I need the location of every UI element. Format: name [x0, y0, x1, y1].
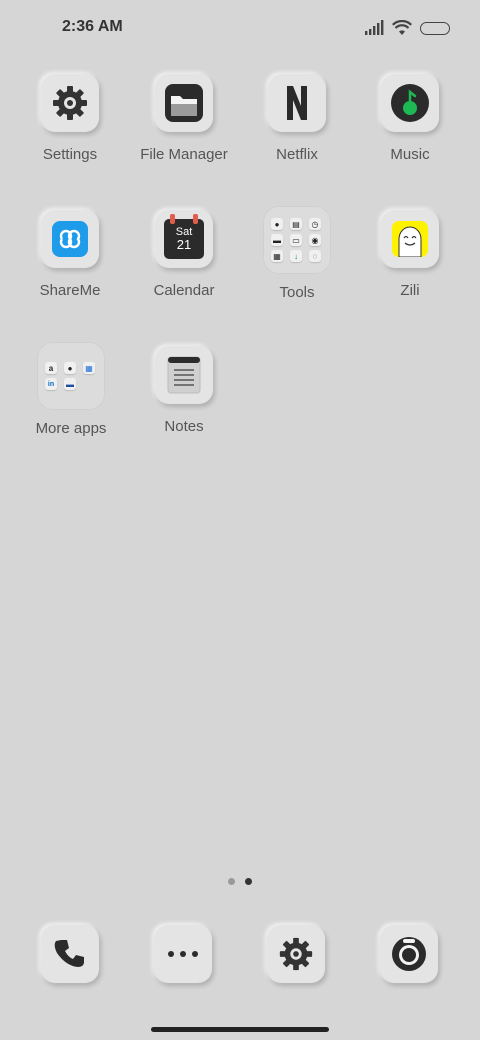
notes-mini-icon: ▤: [290, 218, 302, 230]
app-settings[interactable]: Settings: [14, 74, 126, 163]
recorder-icon: ◌: [309, 250, 321, 262]
page-indicator: [0, 878, 480, 885]
app-shareme[interactable]: ShareMe: [14, 210, 126, 299]
notes-icon: [155, 346, 213, 404]
status-time: 2:36 AM: [62, 18, 123, 35]
calculator-icon: ▦: [271, 250, 283, 262]
camera-icon[interactable]: [380, 925, 438, 983]
app-label: More apps: [35, 420, 107, 437]
clock-mini-icon: ●: [64, 362, 76, 374]
home-indicator[interactable]: [151, 1027, 329, 1032]
more-apps-folder-icon: a ● ▦ in ▬: [37, 342, 105, 410]
contacts-icon: ●: [271, 218, 283, 230]
calendar-date: 21: [176, 237, 192, 252]
download-icon: ↓: [290, 250, 302, 262]
netflix-icon: [268, 74, 326, 132]
card-mini-icon: ▬: [64, 378, 76, 390]
zili-icon: [381, 210, 439, 268]
app-calendar[interactable]: Sat 21 Calendar: [128, 210, 240, 299]
app-zili[interactable]: Zili: [354, 210, 466, 299]
clock-icon: ◷: [309, 218, 321, 230]
calendar-ring-left: [170, 214, 175, 224]
signal-icon: [365, 20, 384, 35]
remote-icon: ▭: [290, 234, 302, 246]
app-more-apps-folder[interactable]: a ● ▦ in ▬ More apps: [15, 342, 127, 437]
status-icons: [364, 18, 450, 38]
more-icon[interactable]: [154, 925, 212, 983]
calculator-mini-icon: ▦: [83, 362, 95, 374]
app-label: Zili: [400, 282, 420, 299]
settings-dock-icon[interactable]: [267, 925, 325, 983]
app-netflix[interactable]: Netflix: [241, 74, 353, 163]
page-dot-1[interactable]: [228, 878, 235, 885]
app-tools-folder[interactable]: ● ▤ ◷ ▬ ▭ ◉ ▦ ↓ ◌ Tools: [241, 206, 353, 301]
music-icon: [381, 74, 439, 132]
status-bar: 2:36 AM: [0, 0, 480, 56]
app-music[interactable]: Music: [354, 74, 466, 163]
dock: [0, 925, 480, 985]
compass-icon: ◉: [309, 234, 321, 246]
shareme-icon: [41, 210, 99, 268]
page-dot-2[interactable]: [245, 878, 252, 885]
linkedin-icon: in: [45, 378, 57, 390]
app-notes[interactable]: Notes: [128, 346, 240, 435]
calendar-icon: Sat 21: [155, 210, 213, 268]
card-icon: ▬: [271, 234, 283, 246]
app-label: ShareMe: [39, 282, 101, 299]
app-label: Tools: [279, 284, 315, 301]
app-label: File Manager: [140, 146, 228, 163]
app-file-manager[interactable]: File Manager: [128, 74, 240, 163]
settings-icon: [41, 74, 99, 132]
app-label: Music: [390, 146, 430, 163]
app-label: Netflix: [276, 146, 318, 163]
wifi-icon: [392, 20, 412, 35]
amazon-icon: a: [45, 362, 57, 374]
calendar-ring-right: [193, 214, 198, 224]
app-label: Settings: [42, 146, 98, 163]
app-label: Notes: [164, 418, 204, 435]
tools-folder-icon: ● ▤ ◷ ▬ ▭ ◉ ▦ ↓ ◌: [263, 206, 331, 274]
phone-icon[interactable]: [41, 925, 99, 983]
battery-icon: [420, 21, 450, 35]
folder-icon: [155, 74, 213, 132]
app-label: Calendar: [153, 282, 215, 299]
